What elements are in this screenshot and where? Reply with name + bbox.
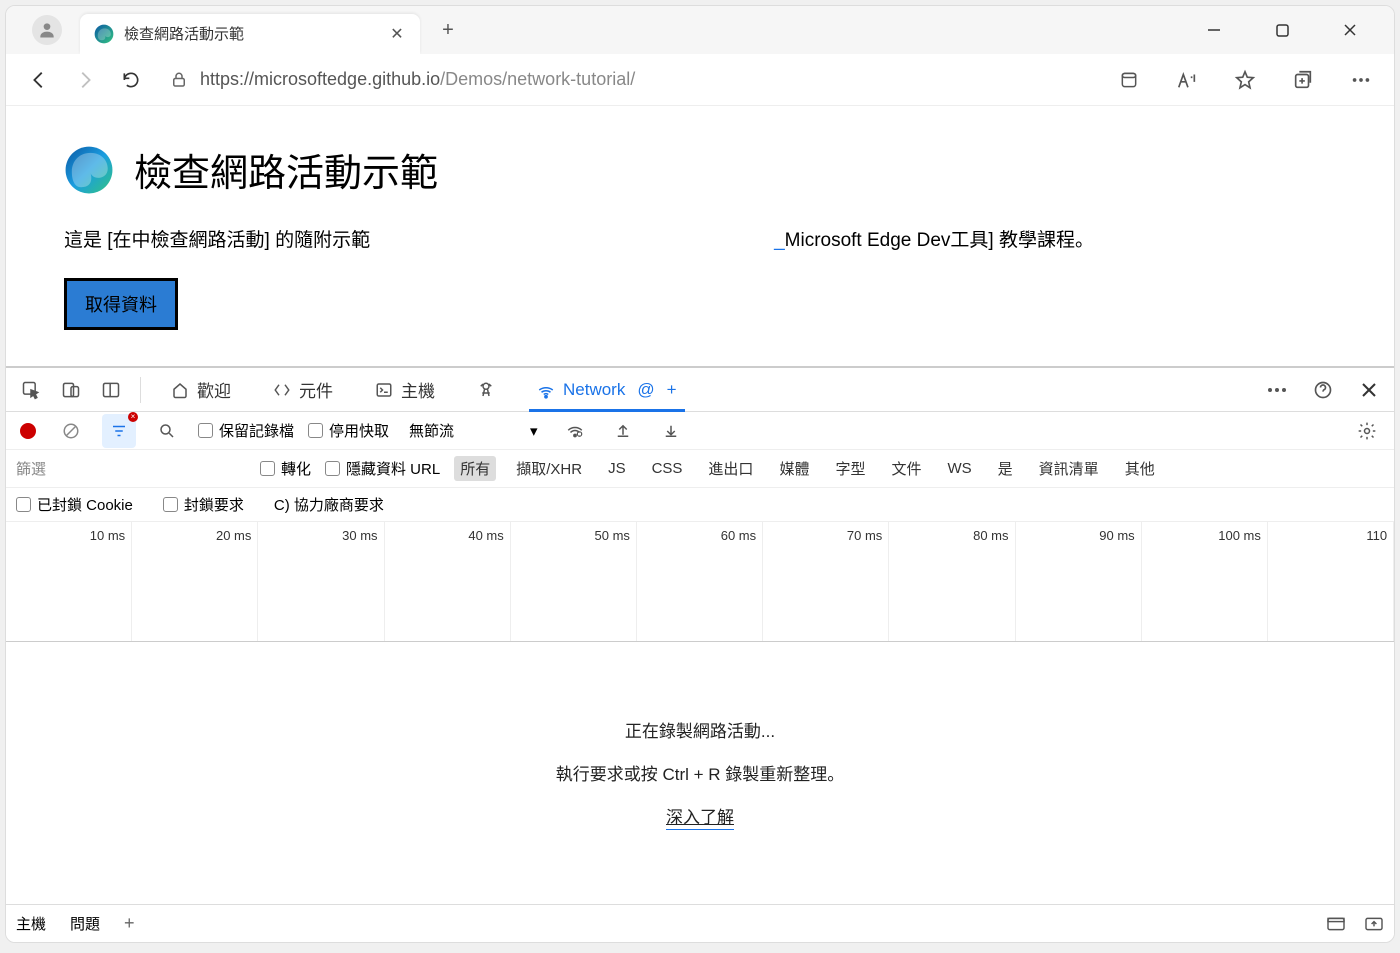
filter-all[interactable]: 所有: [454, 456, 496, 481]
timeline-tick: 10 ms: [6, 522, 132, 641]
timeline-tick: 40 ms: [385, 522, 511, 641]
reload-button[interactable]: [112, 61, 150, 99]
tab-console[interactable]: 主機: [357, 368, 453, 412]
network-empty-message: 正在錄製網路活動... 執行要求或按 Ctrl + R 錄製重新整理。 深入了解: [6, 642, 1394, 904]
lock-icon: [170, 71, 188, 89]
devtools-panel: 歡迎 元件 主機 Network @ + × 保留記錄檔 停用快取 無節流▾: [6, 366, 1394, 942]
disable-cache-checkbox[interactable]: 停用快取: [308, 420, 389, 441]
dock-side-icon[interactable]: [94, 373, 128, 407]
network-conditions-icon[interactable]: [558, 414, 592, 448]
blocked-cookies-checkbox[interactable]: 已封鎖 Cookie: [16, 494, 133, 515]
edge-logo-icon: [94, 24, 114, 44]
network-filter-row: 篩選 轉化 隱藏資料 URL 所有 擷取/XHR JS CSS 進出口 媒體 字…: [6, 450, 1394, 488]
recording-msg-line1: 正在錄製網路活動...: [625, 717, 775, 742]
filter-doc[interactable]: 文件: [885, 456, 927, 481]
network-timeline[interactable]: 10 ms20 ms30 ms40 ms50 ms60 ms70 ms80 ms…: [6, 522, 1394, 642]
page-desc-left: 這是 [在中檢查網路活動] 的隨附示範: [64, 225, 370, 252]
filter-wasm[interactable]: 是: [992, 456, 1019, 481]
edge-logo-icon: [64, 145, 114, 195]
back-button[interactable]: [20, 61, 58, 99]
recording-msg-line2: 執行要求或按 Ctrl + R 錄製重新整理。: [556, 760, 845, 785]
drawer-collapse-icon[interactable]: [1364, 916, 1384, 932]
tab-close-icon[interactable]: ✕: [388, 25, 406, 43]
address-bar: https://microsoftedge.github.io/Demos/ne…: [6, 54, 1394, 106]
get-data-button[interactable]: 取得資料: [64, 278, 178, 330]
tab-title: 檢查網路活動示範: [124, 23, 388, 44]
settings-gear-icon[interactable]: [1350, 414, 1384, 448]
minimize-button[interactable]: [1194, 15, 1234, 45]
preserve-log-checkbox[interactable]: 保留記錄檔: [198, 420, 294, 441]
timeline-tick: 80 ms: [889, 522, 1015, 641]
window-controls: [1194, 15, 1386, 45]
filter-font[interactable]: 字型: [829, 456, 871, 481]
url-field[interactable]: https://microsoftedge.github.io/Demos/ne…: [158, 61, 1094, 99]
drawer-add[interactable]: +: [124, 913, 135, 934]
drawer-console[interactable]: 主機: [16, 913, 46, 934]
more-icon[interactable]: [1342, 61, 1380, 99]
filter-css[interactable]: CSS: [646, 458, 689, 479]
collections-icon[interactable]: [1284, 61, 1322, 99]
favorite-icon[interactable]: [1226, 61, 1264, 99]
network-filter-row2: 已封鎖 Cookie 封鎖要求 C) 協力廠商要求: [6, 488, 1394, 522]
read-aloud-icon[interactable]: [1168, 61, 1206, 99]
forward-button: [66, 61, 104, 99]
timeline-tick: 60 ms: [637, 522, 763, 641]
browser-tab[interactable]: 檢查網路活動示範 ✕: [80, 14, 420, 54]
tab-elements[interactable]: 元件: [255, 368, 351, 412]
timeline-tick: 110: [1268, 522, 1394, 641]
titlebar: 檢查網路活動示範 ✕ +: [6, 6, 1394, 54]
search-icon[interactable]: [150, 414, 184, 448]
filter-input[interactable]: 篩選: [16, 458, 246, 479]
tab-sources[interactable]: [459, 368, 513, 412]
import-har-icon[interactable]: [654, 414, 688, 448]
maximize-button[interactable]: [1262, 15, 1302, 45]
app-available-icon[interactable]: [1110, 61, 1148, 99]
invert-checkbox[interactable]: 轉化: [260, 458, 311, 479]
filter-ws[interactable]: WS: [941, 458, 977, 479]
page-title: 檢查網路活動示範: [134, 142, 438, 197]
page-desc-right: _Microsoft Edge Dev工具] 教學課程。: [774, 225, 1094, 252]
timeline-tick: 100 ms: [1142, 522, 1268, 641]
page-content: 檢查網路活動示範 這是 [在中檢查網路活動] 的隨附示範 _Microsoft …: [14, 114, 1386, 358]
inspect-element-icon[interactable]: [14, 373, 48, 407]
tab-welcome[interactable]: 歡迎: [153, 368, 249, 412]
filter-js[interactable]: JS: [602, 458, 632, 479]
drawer-issues[interactable]: 問題: [70, 913, 100, 934]
hide-data-urls-checkbox[interactable]: 隱藏資料 URL: [325, 458, 440, 479]
device-toolbar-icon[interactable]: [54, 373, 88, 407]
clear-button[interactable]: [54, 414, 88, 448]
new-tab-button[interactable]: +: [432, 14, 464, 46]
help-icon[interactable]: [1306, 373, 1340, 407]
export-har-icon[interactable]: [606, 414, 640, 448]
url-text: https://microsoftedge.github.io/Demos/ne…: [200, 69, 635, 90]
timeline-tick: 20 ms: [132, 522, 258, 641]
profile-avatar[interactable]: [32, 15, 62, 45]
filter-img[interactable]: 進出口: [702, 456, 759, 481]
third-party-label[interactable]: C) 協力廠商要求: [274, 494, 384, 515]
browser-window: 檢查網路活動示範 ✕ + https://microsoftedge.githu…: [5, 5, 1395, 943]
filter-toggle-icon[interactable]: ×: [102, 414, 136, 448]
blocked-requests-checkbox[interactable]: 封鎖要求: [163, 494, 244, 515]
filter-manifest[interactable]: 資訊清單: [1033, 456, 1105, 481]
throttling-select[interactable]: 無節流▾: [403, 420, 544, 441]
filter-media[interactable]: 媒體: [773, 456, 815, 481]
timeline-tick: 50 ms: [511, 522, 637, 641]
record-button[interactable]: [16, 423, 40, 439]
devtools-drawer: 主機 問題 +: [6, 904, 1394, 942]
close-devtools-icon[interactable]: [1352, 373, 1386, 407]
filter-other[interactable]: 其他: [1119, 456, 1161, 481]
timeline-tick: 70 ms: [763, 522, 889, 641]
more-tools-icon[interactable]: [1260, 373, 1294, 407]
filter-fetch-xhr[interactable]: 擷取/XHR: [510, 456, 588, 481]
tab-network[interactable]: Network @ +: [519, 368, 695, 412]
devtools-tabbar: 歡迎 元件 主機 Network @ +: [6, 368, 1394, 412]
learn-more-link[interactable]: 深入了解: [666, 803, 734, 830]
timeline-tick: 90 ms: [1016, 522, 1142, 641]
timeline-tick: 30 ms: [258, 522, 384, 641]
network-toolbar: × 保留記錄檔 停用快取 無節流▾: [6, 412, 1394, 450]
drawer-errors-icon[interactable]: [1326, 916, 1346, 932]
close-window-button[interactable]: [1330, 15, 1370, 45]
